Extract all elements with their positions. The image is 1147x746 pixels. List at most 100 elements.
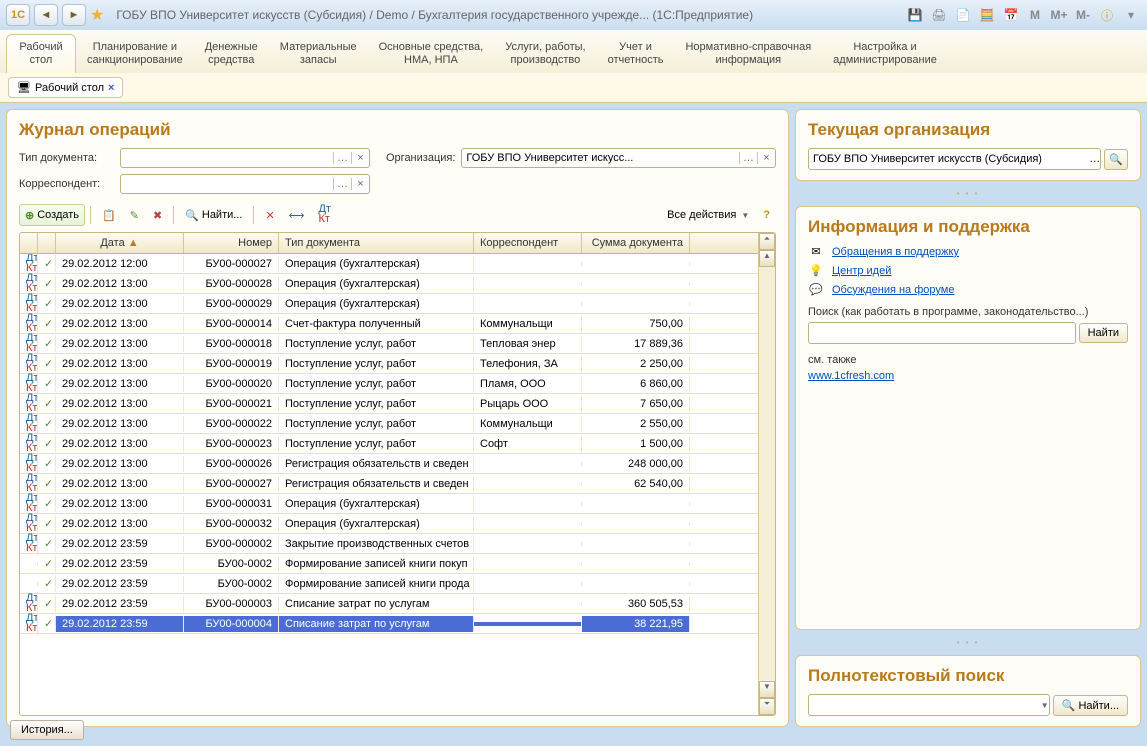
section-tab-3[interactable]: Материальныезапасы	[269, 34, 368, 73]
workspace-tab-desktop[interactable]: 🖥 Рабочий стол ×	[8, 77, 123, 98]
table-row[interactable]: ДтКт✓📄29.02.2012 13:00БУ00-000027Регистр…	[20, 474, 758, 494]
table-row[interactable]: ДтКт✓📄29.02.2012 13:00БУ00-000020Поступл…	[20, 374, 758, 394]
table-row[interactable]: ДтКт✓📄29.02.2012 13:00БУ00-000026Регистр…	[20, 454, 758, 474]
table-row[interactable]: ДтКт✓📄29.02.2012 12:00БУ00-000027Операци…	[20, 254, 758, 274]
date-range-button[interactable]: ⟷	[283, 204, 311, 226]
memory-m[interactable]: M	[1025, 5, 1045, 25]
doc-type-input[interactable]: … ×	[120, 148, 370, 168]
resize-grip[interactable]: • • •	[795, 638, 1141, 647]
current-org-input[interactable]: …	[808, 148, 1101, 170]
table-header: Дата ▲ Номер Тип документа Корреспондент…	[20, 233, 758, 254]
table-row[interactable]: ДтКт✓📄29.02.2012 23:59БУ00-000002Закрыти…	[20, 534, 758, 554]
table-row[interactable]: ДтКт✓📄29.02.2012 13:00БУ00-000018Поступл…	[20, 334, 758, 354]
col-date[interactable]: Дата ▲	[56, 233, 184, 253]
clear-icon[interactable]: ×	[351, 178, 369, 190]
info-link[interactable]: 💬Обсуждения на форуме	[808, 283, 1128, 296]
org-input[interactable]: … ×	[461, 148, 776, 168]
section-tab-2[interactable]: Денежныесредства	[194, 34, 269, 73]
save-icon[interactable]: 💾	[905, 5, 925, 25]
search-icon: 🔍	[1109, 154, 1123, 166]
table-row[interactable]: ДтКт✓📄29.02.2012 13:00БУ00-000021Поступл…	[20, 394, 758, 414]
section-tab-0[interactable]: Рабочийстол	[6, 34, 76, 73]
create-button[interactable]: ⊕ Создать	[19, 204, 85, 226]
search-icon: 🔍	[185, 209, 199, 222]
select-icon[interactable]: …	[739, 152, 757, 164]
table-row[interactable]: ДтКт✓📄29.02.2012 13:00БУ00-000019Поступл…	[20, 354, 758, 374]
info-search-input[interactable]	[808, 322, 1076, 344]
fresh-link[interactable]: www.1cfresh.com	[808, 370, 894, 382]
fulltext-input[interactable]: ▼	[808, 694, 1050, 716]
table-row[interactable]: ДтКт✓📄29.02.2012 13:00БУ00-000023Поступл…	[20, 434, 758, 454]
see-also-label: см. также	[808, 354, 1128, 366]
help-button[interactable]: ?	[757, 204, 776, 226]
calendar-icon[interactable]: 📅	[1001, 5, 1021, 25]
forward-button[interactable]: ►	[62, 4, 86, 26]
col-sum[interactable]: Сумма документа	[582, 233, 690, 253]
section-tab-8[interactable]: Настройка иадминистрирование	[822, 34, 948, 73]
section-tab-1[interactable]: Планирование исанкционирование	[76, 34, 194, 73]
clear-filter-button[interactable]: ✕	[259, 204, 280, 226]
info-link[interactable]: ✉Обращения в поддержку	[808, 245, 1128, 258]
resize-grip[interactable]: • • •	[795, 189, 1141, 198]
memory-mminus[interactable]: M-	[1073, 5, 1093, 25]
corr-input[interactable]: … ×	[120, 174, 370, 194]
print-icon[interactable]: 🖨	[929, 5, 949, 25]
info-find-button[interactable]: Найти	[1079, 323, 1128, 343]
table-row[interactable]: ✓📄29.02.2012 23:59БУ00-0002Формирование …	[20, 574, 758, 594]
table-row[interactable]: ДтКт✓📄29.02.2012 13:00БУ00-000029Операци…	[20, 294, 758, 314]
table-body[interactable]: ДтКт✓📄29.02.2012 12:00БУ00-000027Операци…	[20, 254, 758, 715]
section-tab-6[interactable]: Учет иотчетность	[597, 34, 675, 73]
info-link[interactable]: 💡Центр идей	[808, 264, 1128, 277]
col-num[interactable]: Номер	[184, 233, 279, 253]
clear-icon[interactable]: ×	[757, 152, 775, 164]
table-row[interactable]: ДтКт✓📄29.02.2012 13:00БУ00-000032Операци…	[20, 514, 758, 534]
delete-button[interactable]: ✖	[147, 204, 168, 226]
chevron-down-icon[interactable]: ▼	[1041, 701, 1049, 710]
info-icon[interactable]: ⓘ	[1097, 5, 1117, 25]
journal-panel: Журнал операций Тип документа: … × Орган…	[6, 109, 789, 727]
table-row[interactable]: ДтКт✓📄29.02.2012 13:00БУ00-000031Операци…	[20, 494, 758, 514]
select-icon[interactable]: …	[333, 152, 351, 164]
table-row[interactable]: ДтКт✓📄29.02.2012 23:59БУ00-000003Списани…	[20, 594, 758, 614]
all-actions-button[interactable]: Все действия ▼	[661, 204, 755, 226]
table-row[interactable]: ДтКт✓📄29.02.2012 13:00БУ00-000028Операци…	[20, 274, 758, 294]
table-row[interactable]: ДтКт✓📄29.02.2012 23:59БУ00-000004Списани…	[20, 614, 758, 634]
scroll-up-icon[interactable]: ▲	[759, 250, 775, 267]
calc-icon[interactable]: 🧮	[977, 5, 997, 25]
col-corr[interactable]: Корреспондент	[474, 233, 582, 253]
back-button[interactable]: ◄	[34, 4, 58, 26]
date-range-icon: ⟷	[289, 209, 305, 222]
doc-type-label: Тип документа:	[19, 152, 114, 164]
find-button[interactable]: 🔍 Найти...	[179, 204, 248, 226]
logo-1c[interactable]: 1С	[6, 4, 30, 26]
section-tab-5[interactable]: Услуги, работы,производство	[494, 34, 596, 73]
current-org-panel: Текущая организация … 🔍	[795, 109, 1141, 181]
select-icon[interactable]: …	[1089, 153, 1100, 165]
dropdown-icon[interactable]: ▾	[1121, 5, 1141, 25]
titlebar: 1С ◄ ► ★ ГОБУ ВПО Университет искусств (…	[0, 0, 1147, 30]
section-tab-4[interactable]: Основные средства,НМА, НПА	[368, 34, 495, 73]
scroll-top-icon[interactable]: ⏶	[759, 233, 775, 250]
select-icon[interactable]: …	[333, 178, 351, 190]
org-search-button[interactable]: 🔍	[1104, 149, 1128, 170]
section-tab-7[interactable]: Нормативно-справочнаяинформация	[674, 34, 822, 73]
fulltext-title: Полнотекстовый поиск	[808, 666, 1128, 686]
table-row[interactable]: ✓📄29.02.2012 23:59БУ00-0002Формирование …	[20, 554, 758, 574]
fulltext-find-button[interactable]: 🔍 Найти...	[1053, 695, 1128, 716]
history-button[interactable]: История...	[10, 720, 84, 740]
col-type[interactable]: Тип документа	[279, 233, 474, 253]
window-title: ГОБУ ВПО Университет искусств (Субсидия)…	[116, 8, 901, 22]
doc-icon[interactable]: 📄	[953, 5, 973, 25]
table-row[interactable]: ДтКт✓📄29.02.2012 13:00БУ00-000014Счет-фа…	[20, 314, 758, 334]
close-tab-icon[interactable]: ×	[108, 82, 114, 94]
copy-button[interactable]: 📋	[96, 204, 122, 226]
memory-mplus[interactable]: M+	[1049, 5, 1069, 25]
clear-icon[interactable]: ×	[351, 152, 369, 164]
scroll-bottom-icon[interactable]: ⏷	[759, 698, 775, 715]
scroll-down-icon[interactable]: ▼	[759, 681, 775, 698]
favorite-icon[interactable]: ★	[90, 5, 104, 25]
table-row[interactable]: ДтКт✓📄29.02.2012 13:00БУ00-000022Поступл…	[20, 414, 758, 434]
edit-button[interactable]: ✎	[124, 204, 145, 226]
dtkt-button[interactable]: ДтКт	[312, 204, 337, 226]
vertical-scrollbar[interactable]: ⏶ ▲ ▼ ⏷	[758, 233, 775, 715]
